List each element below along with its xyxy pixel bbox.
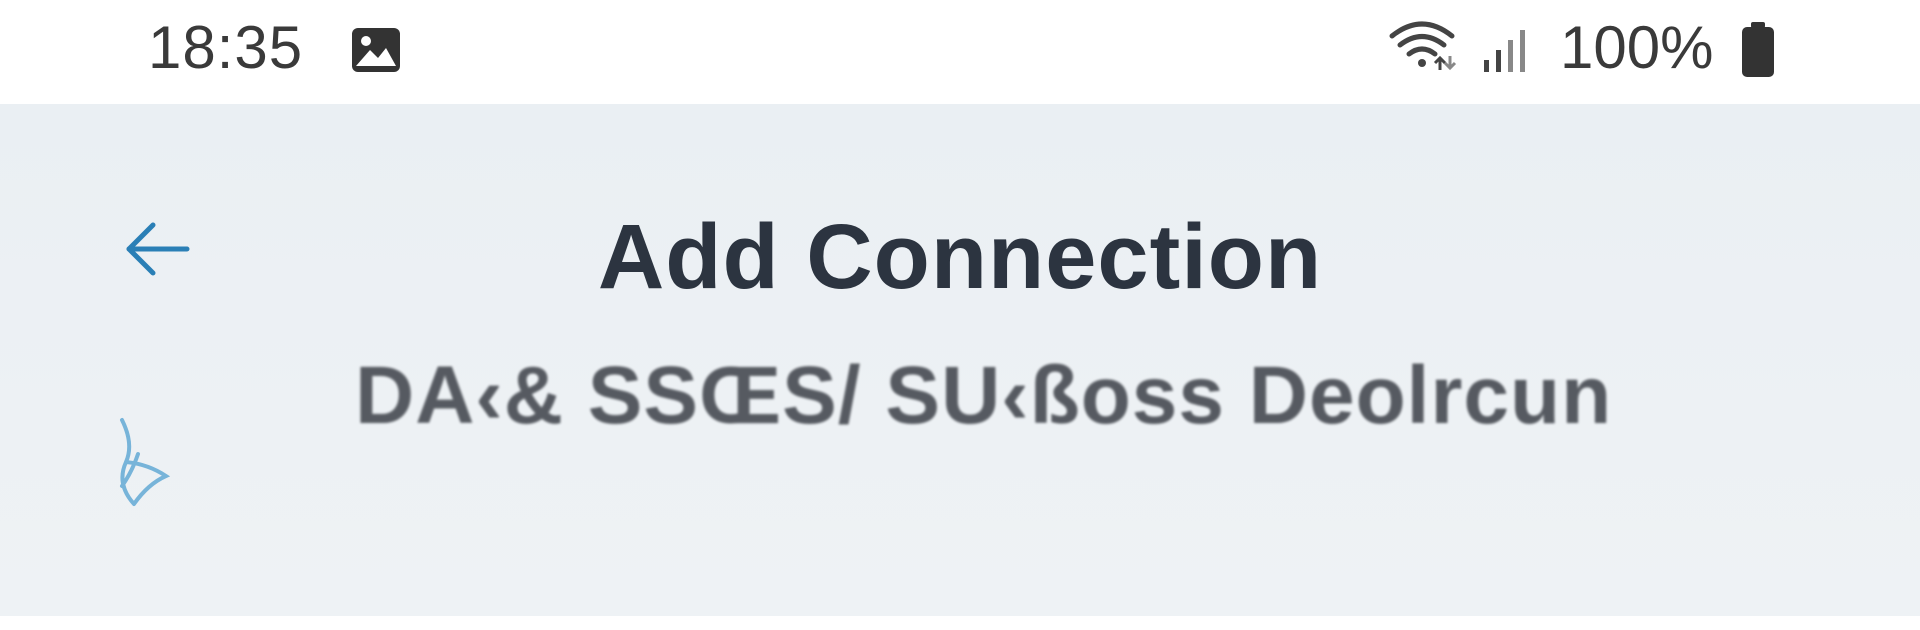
status-bar: 18:35 100% <box>0 0 1920 104</box>
page-subtitle: DA‹& SSŒS/ SU‹ßoss Deolrcun <box>355 350 1613 441</box>
battery-icon <box>1738 20 1778 80</box>
battery-percentage: 100% <box>1560 14 1714 81</box>
page-title: Add Connection <box>597 206 1323 308</box>
header-divider <box>0 616 1920 630</box>
share-icon[interactable] <box>104 414 190 524</box>
image-icon <box>350 26 402 74</box>
signal-icon <box>1482 26 1532 74</box>
wifi-icon <box>1388 18 1462 78</box>
app-header: Add Connection DA‹& SSŒS/ SU‹ßoss Deolrc… <box>0 104 1920 630</box>
status-time: 18:35 <box>148 14 304 81</box>
